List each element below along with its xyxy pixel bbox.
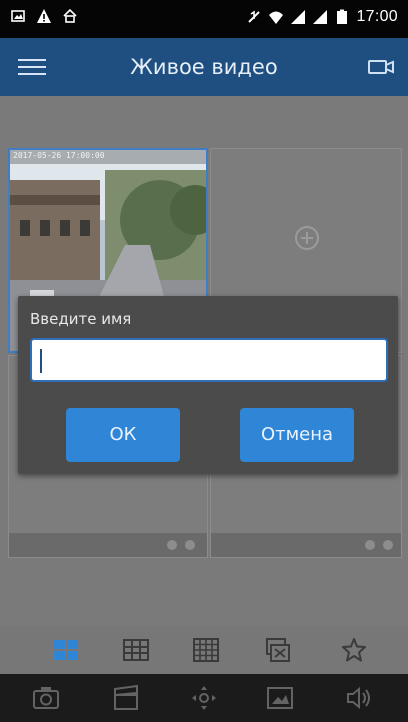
dialog-title: Введите имя (30, 310, 132, 328)
name-dialog: Введите имя ОК Отмена (18, 296, 398, 474)
battery-icon (337, 9, 348, 24)
layout-bar (0, 626, 408, 674)
video-timestamp: 2017-05-26 17:00:00 (13, 151, 105, 160)
page-title: Живое видео (130, 55, 278, 79)
ok-button[interactable]: ОК (66, 408, 180, 462)
layout-2x2-icon[interactable] (52, 636, 80, 664)
status-right-icons: 17:00 (246, 8, 398, 26)
status-dot (185, 540, 195, 550)
favorite-icon[interactable] (340, 636, 368, 664)
mute-icon (248, 10, 261, 23)
record-icon[interactable] (112, 684, 140, 712)
layout-4x4-icon[interactable] (192, 636, 220, 664)
text-caret (40, 349, 42, 373)
playback-icon[interactable] (266, 684, 294, 712)
home-icon (63, 8, 77, 23)
status-dot (167, 540, 177, 550)
status-dot (383, 540, 393, 550)
name-input[interactable] (30, 338, 388, 382)
ptz-icon[interactable] (190, 684, 218, 712)
add-icon[interactable] (294, 225, 320, 251)
camera-icon[interactable] (368, 58, 394, 76)
snapshot-icon[interactable] (32, 684, 60, 712)
warning-icon (37, 9, 51, 23)
signal-icon (313, 10, 328, 24)
status-left-icons (10, 8, 78, 24)
status-time: 17:00 (356, 8, 398, 25)
app-bar: Живое видео (0, 38, 408, 96)
image-icon (11, 10, 25, 22)
cancel-button[interactable]: Отмена (240, 408, 354, 462)
action-bar (0, 674, 408, 722)
audio-icon[interactable] (344, 684, 372, 712)
signal-icon (291, 10, 306, 24)
close-all-icon[interactable] (264, 636, 292, 664)
status-bar: 17:00 (0, 0, 408, 38)
wifi-icon (269, 11, 284, 24)
cell-footer (9, 533, 207, 557)
cell-footer (211, 533, 401, 557)
status-dot (365, 540, 375, 550)
layout-3x3-icon[interactable] (122, 636, 150, 664)
